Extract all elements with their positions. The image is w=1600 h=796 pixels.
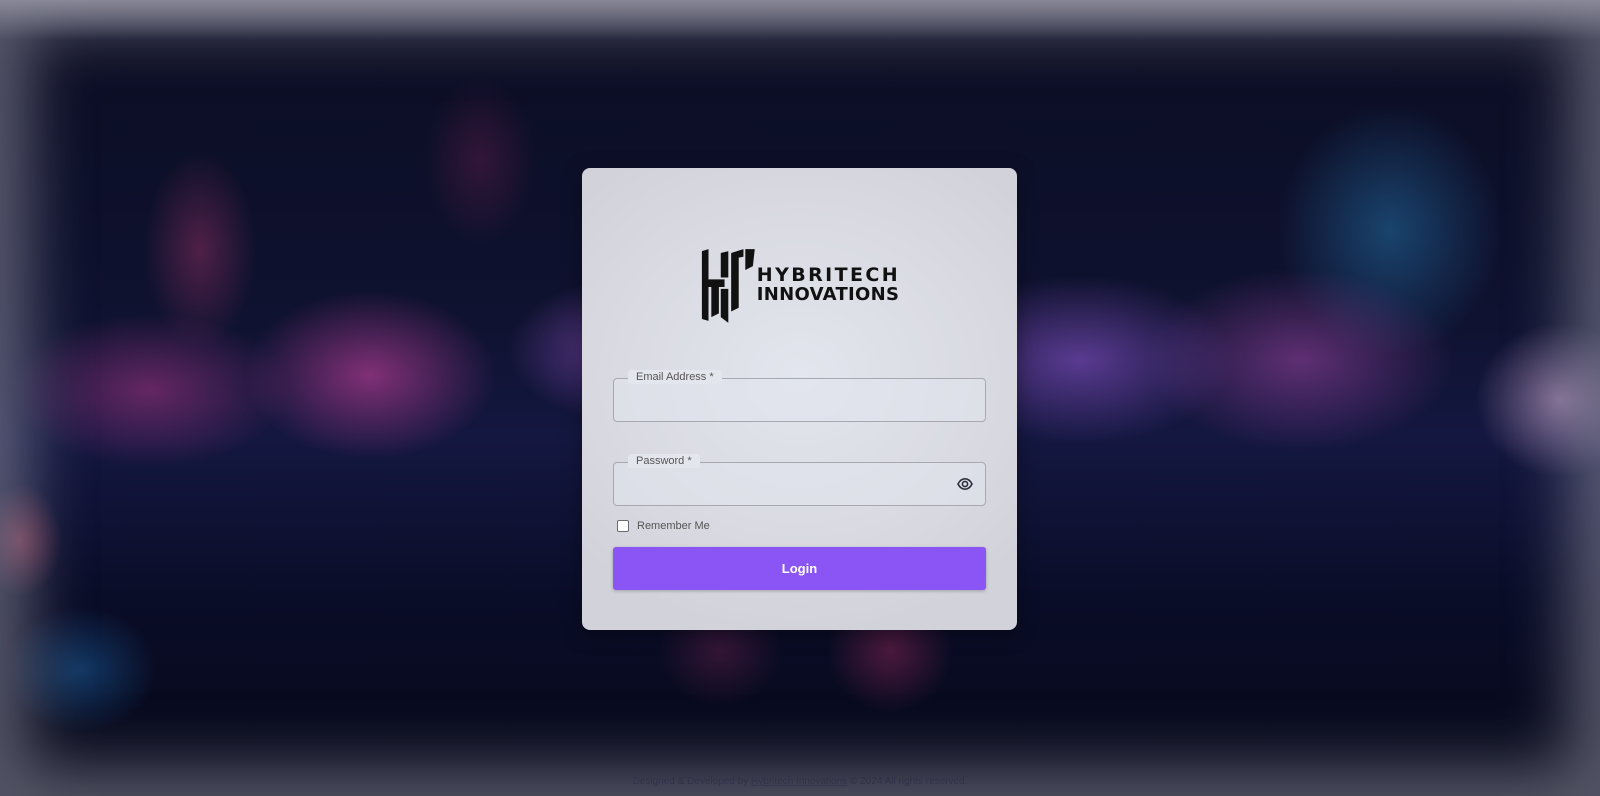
remember-me-checkbox[interactable] (617, 520, 629, 532)
email-label: Email Address * (628, 370, 722, 384)
footer-prefix: Designed & Developed by (632, 776, 749, 787)
eye-icon[interactable] (957, 477, 973, 491)
email-field[interactable]: Email Address * (613, 370, 986, 422)
login-card: HYBRITECH INNOVATIONS Email Address * Pa… (582, 168, 1017, 630)
logo-mark-icon (701, 249, 755, 323)
vignette-top (0, 0, 1600, 40)
remember-me[interactable]: Remember Me (617, 520, 710, 532)
brand-logo: HYBRITECH INNOVATIONS (700, 247, 900, 325)
brand-name: HYBRITECH INNOVATIONS (756, 264, 900, 305)
brand-line2: INNOVATIONS (756, 284, 900, 305)
email-input[interactable] (614, 379, 985, 421)
brand-line1: HYBRITECH (756, 264, 900, 286)
password-label: Password * (628, 454, 700, 468)
footer-link[interactable]: Hybritech Innovations (751, 776, 847, 787)
password-field[interactable]: Password * (613, 454, 986, 506)
login-button[interactable]: Login (613, 547, 986, 590)
password-input[interactable] (614, 463, 985, 505)
remember-me-label[interactable]: Remember Me (637, 520, 710, 532)
footer-suffix: © 2024 All rights reserved. (849, 776, 968, 787)
footer: Designed & Developed by Hybritech Innova… (0, 776, 1600, 787)
